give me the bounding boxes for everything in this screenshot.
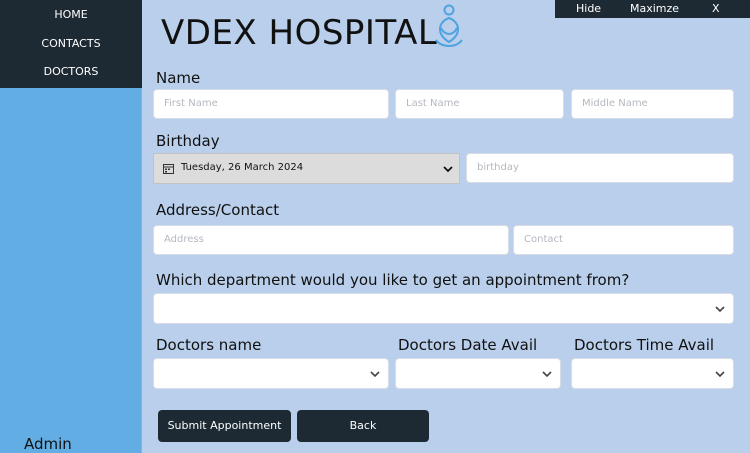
sidebar: HOME CONTACTS DOCTORS Admin (0, 0, 142, 453)
birthday-date-value: Tuesday, 26 March 2024 (181, 162, 304, 173)
birthday-date-picker[interactable]: Tuesday, 26 March 2024 (153, 153, 460, 184)
page-title: VDEX HOSPITAL (161, 13, 438, 53)
doctors-name-select[interactable] (153, 358, 389, 389)
department-select[interactable] (153, 293, 734, 324)
contact-input[interactable]: Contact (513, 225, 734, 255)
nav-menu: HOME CONTACTS DOCTORS (0, 0, 142, 88)
name-label: Name (156, 69, 201, 87)
first-name-input[interactable]: First Name (153, 89, 389, 119)
nav-doctors[interactable]: DOCTORS (0, 65, 142, 78)
hide-button[interactable]: Hide (576, 2, 601, 15)
doctors-date-select[interactable] (395, 358, 561, 389)
middle-name-input[interactable]: Middle Name (571, 89, 734, 119)
user-label: Admin (24, 435, 72, 453)
address-input[interactable]: Address (153, 225, 509, 255)
submit-appointment-button[interactable]: Submit Appointment (158, 410, 291, 442)
doctors-time-select[interactable] (571, 358, 734, 389)
department-label: Which department would you like to get a… (156, 271, 630, 289)
chevron-down-icon (370, 371, 380, 378)
maximize-button[interactable]: Maximze (630, 2, 679, 15)
close-button[interactable]: X (712, 2, 720, 15)
person-heart-logo-icon (435, 4, 463, 47)
birthday-input[interactable]: birthday (466, 153, 734, 183)
back-button[interactable]: Back (297, 410, 429, 442)
chevron-down-icon[interactable] (443, 166, 453, 173)
doctors-date-label: Doctors Date Avail (398, 336, 538, 354)
nav-contacts[interactable]: CONTACTS (0, 37, 142, 50)
chevron-down-icon (715, 306, 725, 313)
window-controls: Hide Maximze X (555, 0, 750, 18)
chevron-down-icon (542, 371, 552, 378)
nav-home[interactable]: HOME (0, 8, 142, 21)
birthday-label: Birthday (156, 132, 220, 150)
doctors-time-label: Doctors Time Avail (574, 336, 715, 354)
last-name-input[interactable]: Last Name (395, 89, 564, 119)
calendar-icon (163, 164, 174, 174)
doctors-name-label: Doctors name (156, 336, 262, 354)
address-contact-label: Address/Contact (156, 201, 280, 219)
chevron-down-icon (715, 371, 725, 378)
